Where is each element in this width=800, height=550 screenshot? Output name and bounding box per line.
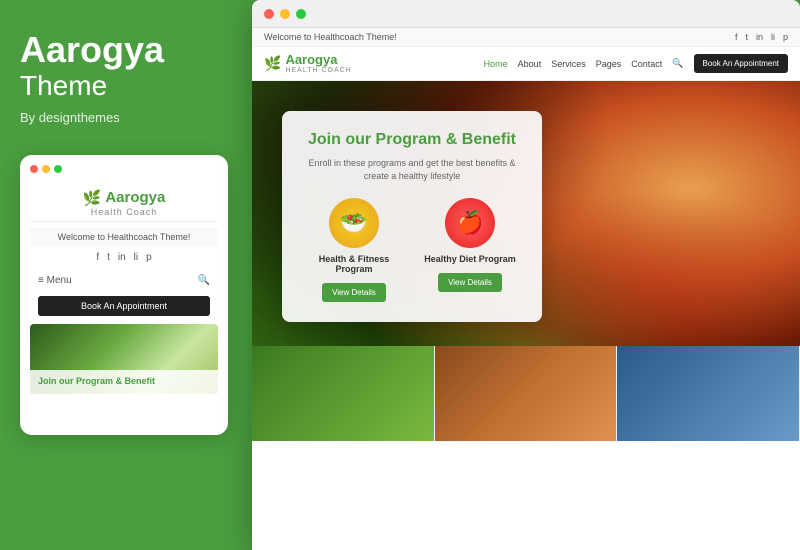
mockup-menu-row: ≡ Menu 🔍 <box>30 271 218 290</box>
fitness-view-details-btn[interactable]: View Details <box>322 283 386 302</box>
program-item-diet: 🍎 Healthy Diet Program View Details <box>418 198 522 302</box>
nav-services[interactable]: Services <box>551 59 586 69</box>
hero-section: Join our Program & Benefit Enroll in the… <box>252 81 800 441</box>
diet-emoji: 🍎 <box>456 210 483 236</box>
browser-chrome <box>252 0 800 28</box>
facebook-icon: f <box>96 252 99 263</box>
diet-icon: 🍎 <box>445 198 495 248</box>
nav-contact[interactable]: Contact <box>631 59 662 69</box>
site-nav-links: Home About Services Pages Contact 🔍 Book… <box>484 54 788 73</box>
program-item-fitness: 🥗 Health & Fitness Program View Details <box>302 198 406 302</box>
leaf-icon: 🌿 <box>83 189 102 207</box>
program-card-subtitle: Enroll in these programs and get the bes… <box>302 157 522 182</box>
search-icon[interactable]: 🔍 <box>198 275 210 286</box>
site-nav: 🌿 Aarogya Health Coach Home About Servic… <box>252 47 800 80</box>
desktop-mockup: Welcome to Healthcoach Theme! f t in li … <box>252 0 800 550</box>
diet-label: Healthy Diet Program <box>418 254 522 264</box>
thumb-3 <box>617 346 800 441</box>
fitness-icon: 🥗 <box>329 198 379 248</box>
mockup-expand-dot <box>54 165 62 173</box>
instagram-icon: in <box>118 252 126 263</box>
mockup-minimize-dot <box>42 165 50 173</box>
mockup-hero-text: Join our Program & Benefit <box>38 376 210 388</box>
site-leaf-icon: 🌿 <box>264 55 281 72</box>
nav-home[interactable]: Home <box>484 59 508 69</box>
nav-pages[interactable]: Pages <box>596 59 622 69</box>
program-card: Join our Program & Benefit Enroll in the… <box>282 111 542 322</box>
mockup-logo-name: 🌿 Aarogya <box>30 189 218 207</box>
mobile-mockup: 🌿 Aarogya Health Coach Welcome to Health… <box>20 155 228 435</box>
fitness-label: Health & Fitness Program <box>302 254 406 274</box>
nav-search-icon[interactable]: 🔍 <box>672 58 683 69</box>
nav-about[interactable]: About <box>518 59 542 69</box>
mockup-close-dot <box>30 165 38 173</box>
program-card-title: Join our Program & Benefit <box>302 131 522 149</box>
linkedin-icon: li <box>134 252 138 263</box>
thumb-bg-2 <box>435 346 617 441</box>
browser-close-dot[interactable] <box>264 9 274 19</box>
mockup-welcome-text: Welcome to Healthcoach Theme! <box>30 228 218 246</box>
topbar-welcome: Welcome to Healthcoach Theme! <box>264 32 397 42</box>
site-logo-name: Aarogya <box>285 53 351 67</box>
thumb-bg-3 <box>617 346 799 441</box>
mockup-hero-image: Join our Program & Benefit <box>30 324 218 394</box>
thumbnails-row <box>252 346 800 441</box>
nav-book-btn[interactable]: Book An Appointment <box>694 54 789 73</box>
fitness-emoji: 🥗 <box>340 210 367 236</box>
site-topbar: Welcome to Healthcoach Theme! f t in li … <box>252 28 800 47</box>
brand-theme: Theme <box>20 70 228 102</box>
li-icon[interactable]: li <box>771 32 775 42</box>
mockup-social-icons: f t in li p <box>30 252 218 263</box>
left-panel: Aarogya Theme By designthemes 🌿 Aarogya … <box>0 0 248 550</box>
by-line: By designthemes <box>20 110 228 125</box>
ig-icon[interactable]: in <box>756 32 763 42</box>
browser-expand-dot[interactable] <box>296 9 306 19</box>
brand-title: Aarogya <box>20 30 228 70</box>
mockup-book-btn[interactable]: Book An Appointment <box>38 296 210 316</box>
site-logo-area: 🌿 Aarogya Health Coach <box>264 53 352 74</box>
tw-icon[interactable]: t <box>745 32 748 42</box>
pi-icon[interactable]: p <box>783 32 788 42</box>
browser-minimize-dot[interactable] <box>280 9 290 19</box>
thumb-2 <box>435 346 618 441</box>
site-logo-sub: Health Coach <box>285 67 351 74</box>
fb-icon[interactable]: f <box>735 32 738 42</box>
diet-view-details-btn[interactable]: View Details <box>438 273 502 292</box>
topbar-social: f t in li p <box>735 32 788 42</box>
mockup-logo-area: 🌿 Aarogya Health Coach <box>30 181 218 222</box>
twitter-icon: t <box>107 252 110 263</box>
program-items: 🥗 Health & Fitness Program View Details … <box>302 198 522 302</box>
thumb-1 <box>252 346 435 441</box>
mockup-hero-overlay: Join our Program & Benefit <box>30 370 218 394</box>
mockup-logo-sub: Health Coach <box>30 207 218 217</box>
mockup-window-controls <box>30 165 218 173</box>
thumb-bg-1 <box>252 346 434 441</box>
pinterest-icon: p <box>146 252 152 263</box>
site-header: Welcome to Healthcoach Theme! f t in li … <box>252 28 800 81</box>
mockup-menu-label[interactable]: ≡ Menu <box>38 275 72 286</box>
